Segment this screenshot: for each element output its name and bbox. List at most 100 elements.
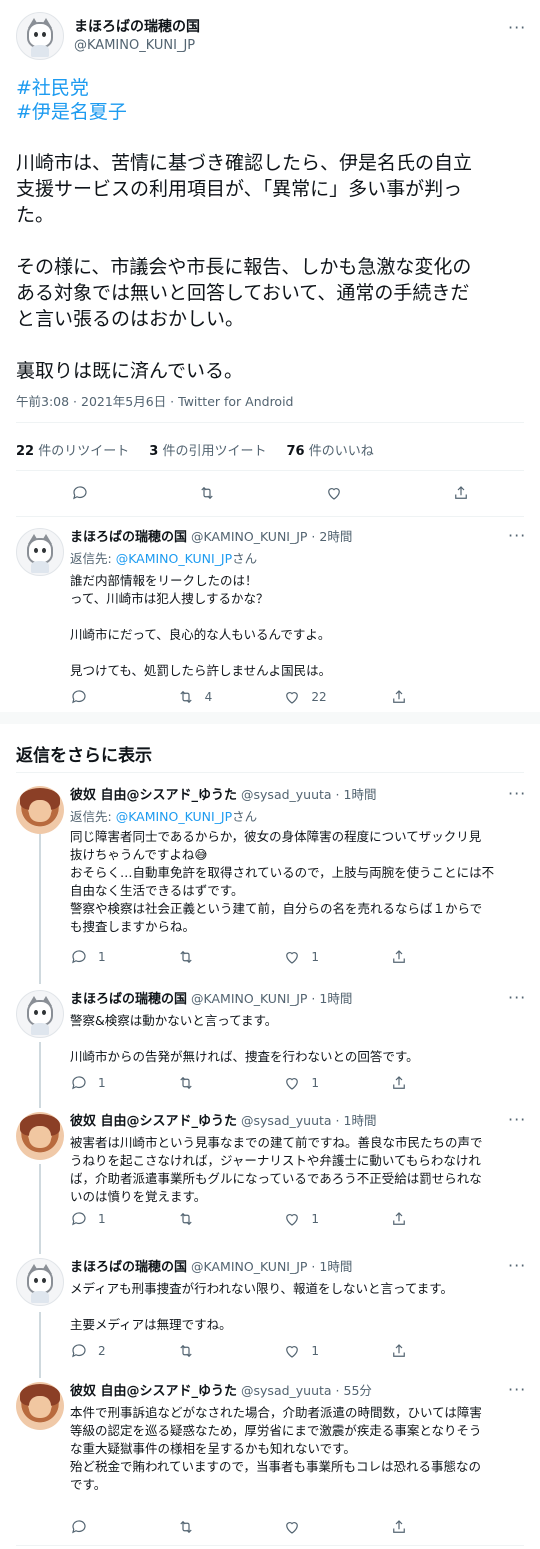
author-name[interactable]: 彼奴 自由@シスアド_ゆうた <box>70 1384 237 1399</box>
reply-button[interactable] <box>70 688 170 706</box>
avatar[interactable] <box>16 1112 64 1160</box>
divider <box>16 516 524 517</box>
author-handle-time[interactable]: @KAMINO_KUNI_JP · 1時間 <box>191 1259 352 1274</box>
author-name[interactable]: 彼奴 自由@シスアド_ゆうた <box>70 1114 237 1129</box>
retweet-button[interactable] <box>177 1518 277 1536</box>
main-tweet-actions <box>16 484 524 502</box>
reply-button[interactable] <box>71 484 89 502</box>
avatar[interactable] <box>16 528 64 576</box>
more-options-icon[interactable]: ··· <box>508 988 526 1007</box>
thread-line <box>39 834 41 984</box>
avatar[interactable] <box>16 990 64 1038</box>
divider <box>16 470 524 471</box>
reply-count: 2 <box>98 1344 106 1358</box>
reply-icon <box>72 950 86 964</box>
heart-icon <box>286 692 299 704</box>
more-options-icon[interactable]: ··· <box>508 1256 526 1275</box>
share-button[interactable] <box>390 688 490 706</box>
like-count[interactable]: 76 件のいいね <box>286 440 373 459</box>
reply-button[interactable]: 2 <box>70 1342 170 1360</box>
author-handle-time[interactable]: @sysad_yuuta · 1時間 <box>241 1113 376 1128</box>
retweet-count: 4 <box>204 690 213 704</box>
reply-text: 同じ障害者同士であるからか，彼女の身体障害の程度についてザックリ見 抜けちゃうん… <box>70 829 495 934</box>
author-handle-time[interactable]: @KAMINO_KUNI_JP · 2時間 <box>191 529 352 544</box>
reply-button[interactable]: 1 <box>70 948 170 966</box>
author-name[interactable]: まほろばの瑞穂の国 <box>70 530 187 545</box>
reply-text: 本件で刑事訴追などがなされた場合，介助者派遣の時間数，ひいては障害 等級の認定を… <box>70 1405 482 1492</box>
reply-button[interactable]: 1 <box>70 1210 170 1228</box>
reply-button[interactable] <box>70 1518 170 1536</box>
author-handle-time[interactable]: @sysad_yuuta · 1時間 <box>241 787 376 802</box>
like-button[interactable]: 1 <box>283 1342 383 1360</box>
like-count: 1 <box>311 1344 319 1358</box>
retweet-icon <box>179 1520 192 1534</box>
more-options-icon[interactable]: ··· <box>508 18 526 37</box>
avatar[interactable] <box>16 1258 64 1306</box>
share-button[interactable] <box>390 1210 490 1228</box>
more-options-icon[interactable]: ··· <box>508 526 526 545</box>
share-icon <box>454 486 467 499</box>
author-name[interactable]: まほろばの瑞穂の国 <box>70 992 187 1007</box>
main-tweet-header: まほろばの瑞穂の国 @KAMINO_KUNI_JP <box>16 12 200 60</box>
like-count: 1 <box>311 1212 319 1226</box>
section-divider <box>0 712 540 724</box>
share-button[interactable] <box>390 1074 490 1092</box>
reply-icon <box>72 1212 86 1226</box>
more-options-icon[interactable]: ··· <box>508 1110 526 1129</box>
share-button[interactable] <box>452 484 470 502</box>
retweet-button[interactable] <box>177 1210 277 1228</box>
retweet-button[interactable]: 4 <box>177 688 277 706</box>
reply-to-handle[interactable]: @KAMINO_KUNI_JP <box>116 551 232 566</box>
like-button[interactable] <box>283 1518 383 1536</box>
retweet-count[interactable]: 22 件のリツイート <box>16 440 129 459</box>
like-count: 1 <box>311 1076 319 1090</box>
author-handle-time[interactable]: @sysad_yuuta · 55分 <box>241 1383 372 1398</box>
hashtag-link[interactable]: #伊是名夏子 <box>16 100 127 124</box>
author-name[interactable]: まほろばの瑞穂の国 <box>74 17 200 37</box>
avatar[interactable] <box>16 12 64 60</box>
like-button[interactable]: 1 <box>283 1074 383 1092</box>
heart-icon <box>327 488 340 500</box>
retweet-button[interactable] <box>177 948 277 966</box>
retweet-button[interactable] <box>177 1342 277 1360</box>
reply-header: 彼奴 自由@シスアド_ゆうた @sysad_yuuta · 55分 <box>70 1382 372 1401</box>
reply-actions: 1 1 <box>70 1074 490 1092</box>
quote-count[interactable]: 3 件の引用ツイート <box>149 440 266 459</box>
share-button[interactable] <box>390 1518 490 1536</box>
reply-header: まほろばの瑞穂の国 @KAMINO_KUNI_JP · 2時間 <box>70 528 352 547</box>
reply-header: まほろばの瑞穂の国 @KAMINO_KUNI_JP · 1時間 <box>70 990 352 1009</box>
hashtag-link[interactable]: #社民党 <box>16 76 127 100</box>
more-options-icon[interactable]: ··· <box>508 1380 526 1399</box>
share-button[interactable] <box>390 948 490 966</box>
reply-icon <box>72 1076 86 1090</box>
thread-line <box>39 1042 41 1108</box>
heart-icon <box>286 1214 299 1226</box>
reply-header: 彼奴 自由@シスアド_ゆうた @sysad_yuuta · 1時間 <box>70 786 376 805</box>
author-handle[interactable]: @KAMINO_KUNI_JP <box>74 37 200 55</box>
like-button[interactable]: 1 <box>283 948 383 966</box>
author-handle-time[interactable]: @KAMINO_KUNI_JP · 1時間 <box>191 991 352 1006</box>
author-name[interactable]: まほろばの瑞穂の国 <box>70 1260 187 1275</box>
more-options-icon[interactable]: ··· <box>508 784 526 803</box>
like-button[interactable]: 1 <box>283 1210 383 1228</box>
reply-button[interactable]: 1 <box>70 1074 170 1092</box>
reply-actions: 2 1 <box>70 1342 490 1360</box>
author-info: まほろばの瑞穂の国 @KAMINO_KUNI_JP <box>74 17 200 55</box>
like-button[interactable]: 22 <box>283 688 383 706</box>
retweet-button[interactable] <box>177 1074 277 1092</box>
reply-to: 返信先: @KAMINO_KUNI_JPさん <box>70 809 258 824</box>
like-count: 1 <box>311 950 319 964</box>
reply-count: 1 <box>98 950 106 964</box>
retweet-button[interactable] <box>198 484 216 502</box>
reply-to-handle[interactable]: @KAMINO_KUNI_JP <box>116 809 232 824</box>
author-name[interactable]: 彼奴 自由@シスアド_ゆうた <box>70 788 237 803</box>
retweet-icon <box>179 1076 192 1090</box>
reply-text: 誰だ内部情報をリークしたのは！ って、川崎市は犯人捜しするかな？ 川崎市にだって… <box>70 573 332 678</box>
more-replies-heading[interactable]: 返信をさらに表示 <box>16 741 152 766</box>
avatar[interactable] <box>16 786 64 834</box>
share-button[interactable] <box>390 1342 490 1360</box>
avatar[interactable] <box>16 1382 64 1430</box>
tweet-meta[interactable]: 午前3:08 · 2021年5月6日 · Twitter for Android <box>16 391 293 410</box>
thread-line <box>39 1164 41 1254</box>
like-button[interactable] <box>325 484 343 502</box>
